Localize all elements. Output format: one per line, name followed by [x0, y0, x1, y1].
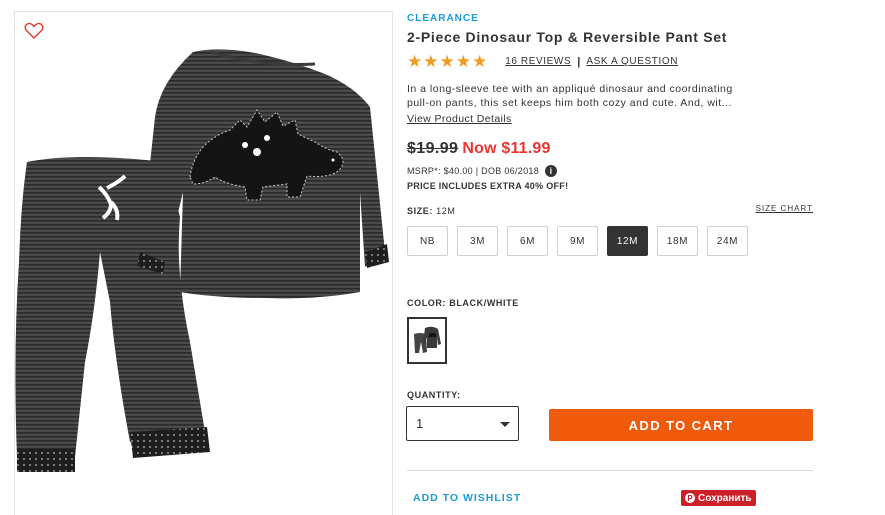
product-photo: [15, 49, 389, 472]
size-option-6m[interactable]: 6M: [507, 226, 548, 256]
reviews-link[interactable]: 16 REVIEWS: [505, 56, 571, 67]
size-option-18m[interactable]: 18M: [657, 226, 698, 256]
ask-question-link[interactable]: ASK A QUESTION: [586, 56, 678, 67]
divider: [407, 470, 813, 471]
original-price: $19.99: [407, 140, 459, 157]
chevron-down-icon: [500, 422, 510, 427]
description-line: pull-on pants, this set keeps him both c…: [407, 97, 732, 109]
swatch-thumbnail: [412, 322, 442, 359]
size-options: NB 3M 6M 9M 12M 18M 24M: [407, 226, 757, 256]
product-image-panel: [14, 11, 393, 515]
selected-color: BLACK/WHITE: [449, 298, 519, 308]
price-row: $19.99 Now $11.99: [407, 140, 551, 158]
star-rating: ★★★★★: [407, 52, 489, 71]
size-label-row: SIZE: 12M SIZE CHART: [407, 204, 813, 216]
sale-price: Now $11.99: [462, 140, 551, 157]
product-title: 2-Piece Dinosaur Top & Reversible Pant S…: [407, 29, 728, 45]
rating-row: ★★★★★ 16 REVIEWS | ASK A QUESTION: [407, 53, 678, 70]
quantity-value: 1: [416, 416, 424, 431]
heart-icon[interactable]: [24, 22, 44, 40]
size-option-24m[interactable]: 24M: [707, 226, 748, 256]
pinterest-save-button[interactable]: P Сохранить: [681, 490, 756, 506]
size-chart-link[interactable]: SIZE CHART: [756, 204, 813, 213]
size-option-3m[interactable]: 3M: [457, 226, 498, 256]
quantity-label: QUANTITY:: [407, 390, 461, 400]
msrp-row: MSRP*: $40.00 | DOB 06/2018 i: [407, 165, 558, 177]
pants-image: [15, 157, 210, 472]
size-option-12m[interactable]: 12M: [607, 226, 648, 256]
pinterest-icon: P: [685, 493, 695, 503]
color-label: COLOR:: [407, 298, 447, 308]
quantity-select[interactable]: 1: [406, 406, 519, 441]
color-swatch-black-white[interactable]: [407, 317, 447, 364]
add-to-wishlist-link[interactable]: ADD TO WISHLIST: [413, 492, 521, 504]
size-label: SIZE:: [407, 206, 434, 216]
msrp-text: MSRP*: $40.00 | DOB 06/2018: [407, 166, 540, 176]
product-description: In a long-sleeve tee with an appliqué di…: [407, 82, 787, 110]
link-separator: |: [577, 55, 581, 68]
size-option-9m[interactable]: 9M: [557, 226, 598, 256]
pinterest-save-label: Сохранить: [698, 492, 752, 504]
description-line: In a long-sleeve tee with an appliqué di…: [407, 83, 733, 95]
info-icon[interactable]: i: [545, 165, 558, 177]
extra-discount-note: PRICE INCLUDES EXTRA 40% OFF!: [407, 181, 569, 191]
size-option-nb[interactable]: NB: [407, 226, 448, 256]
view-product-details-link[interactable]: View Product Details: [407, 113, 512, 125]
selected-size: 12M: [436, 206, 456, 216]
clearance-badge: CLEARANCE: [407, 13, 479, 24]
add-to-cart-button[interactable]: ADD TO CART: [549, 409, 813, 441]
color-label-row: COLOR: BLACK/WHITE: [407, 298, 519, 308]
